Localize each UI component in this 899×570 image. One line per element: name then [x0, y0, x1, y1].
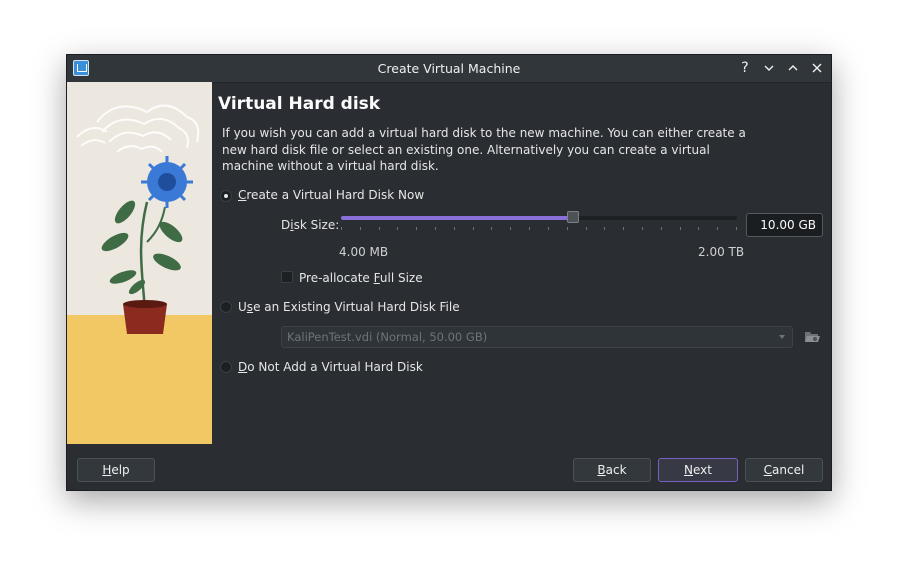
create-vm-dialog: Create Virtual Machine ? Virtual Hard di…	[66, 54, 832, 491]
existing-disk-select[interactable]: KaliPenTest.vdi (Normal, 50.00 GB)	[281, 326, 793, 348]
disk-size-ticks	[341, 227, 737, 230]
use-existing-label[interactable]: Use an Existing Virtual Hard Disk File	[238, 300, 460, 314]
chevron-up-icon	[788, 65, 798, 71]
preallocate-label[interactable]: Pre-allocate Full Size	[299, 271, 423, 285]
slider-tick	[604, 227, 605, 230]
create-disk-radio[interactable]	[220, 190, 232, 202]
slider-tick	[510, 227, 511, 230]
window-title: Create Virtual Machine	[377, 61, 521, 76]
no-disk-radio[interactable]	[220, 361, 232, 373]
minimize-button[interactable]	[759, 58, 779, 78]
slider-tick	[680, 227, 681, 230]
disk-size-min-label: 4.00 MB	[339, 245, 389, 259]
slider-tick	[360, 227, 361, 230]
slider-tick	[661, 227, 662, 230]
preallocate-checkbox[interactable]	[281, 271, 293, 283]
slider-tick	[623, 227, 624, 230]
disk-size-slider-handle[interactable]	[567, 211, 579, 223]
maximize-button[interactable]	[783, 58, 803, 78]
chevron-down-icon	[764, 65, 774, 71]
help-button[interactable]: Help	[77, 458, 155, 482]
slider-tick	[529, 227, 530, 230]
disk-size-slider[interactable]	[341, 211, 737, 223]
close-button[interactable]	[807, 58, 827, 78]
slider-tick	[379, 227, 380, 230]
slider-tick	[586, 227, 587, 230]
slider-tick	[435, 227, 436, 230]
slider-tick	[698, 227, 699, 230]
cancel-button[interactable]: Cancel	[745, 458, 823, 482]
next-button[interactable]: Next	[658, 458, 738, 482]
slider-tick	[416, 227, 417, 230]
slider-tick	[473, 227, 474, 230]
page-description: If you wish you can add a virtual hard d…	[222, 126, 746, 173]
folder-open-icon	[805, 332, 820, 342]
slider-tick	[454, 227, 455, 230]
chevron-down-icon	[779, 335, 785, 339]
slider-tick	[642, 227, 643, 230]
slider-tick	[548, 227, 549, 230]
wizard-illustration	[67, 82, 212, 444]
wizard-page: Virtual Hard disk If you wish you can ad…	[217, 82, 823, 444]
existing-disk-value: KaliPenTest.vdi (Normal, 50.00 GB)	[287, 330, 488, 344]
slider-tick	[341, 227, 342, 230]
help-title-button[interactable]: ?	[735, 58, 755, 78]
disk-size-label: Disk Size:	[281, 218, 340, 232]
disk-size-slider-fill	[341, 216, 573, 220]
flower-pot-illustration	[67, 82, 212, 444]
slider-tick	[567, 227, 568, 230]
disk-size-input[interactable]: 10.00 GB	[746, 213, 823, 237]
disk-size-max-label: 2.00 TB	[698, 245, 745, 259]
no-disk-label[interactable]: Do Not Add a Virtual Hard Disk	[238, 360, 423, 374]
slider-tick	[397, 227, 398, 230]
slider-tick	[736, 227, 737, 230]
choose-disk-button[interactable]	[803, 328, 821, 346]
slider-tick	[717, 227, 718, 230]
title-bar[interactable]: Create Virtual Machine ?	[67, 55, 831, 83]
close-icon	[812, 63, 822, 73]
page-title: Virtual Hard disk	[218, 94, 381, 114]
use-existing-radio[interactable]	[220, 301, 232, 313]
slider-tick	[491, 227, 492, 230]
back-button[interactable]: Back	[573, 458, 651, 482]
create-disk-label[interactable]: Create a Virtual Hard Disk Now	[238, 188, 424, 202]
